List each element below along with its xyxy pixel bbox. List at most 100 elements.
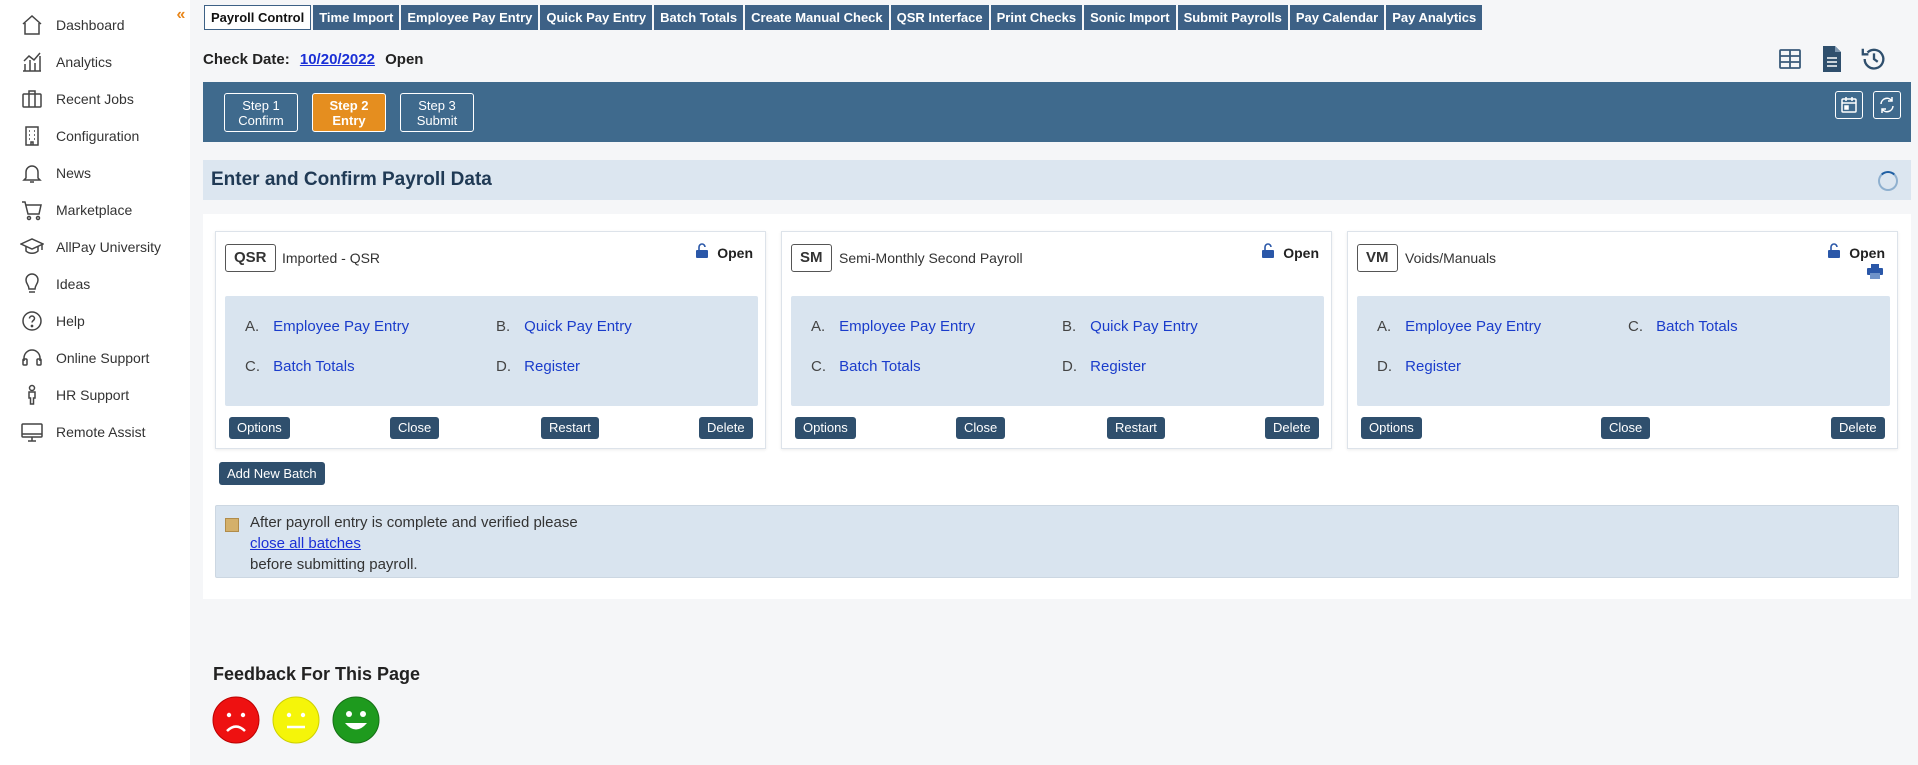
sidebar-item-allpay-university[interactable]: AllPay University (0, 228, 190, 265)
sidebar-item-label: Configuration (56, 127, 140, 144)
batch-card-vm: VM Voids/Manuals Open A. Employee Pay En… (1347, 231, 1898, 449)
batch-card-sm: SM Semi-Monthly Second Payroll Open A. E… (781, 231, 1332, 449)
options-button[interactable]: Options (1361, 417, 1422, 439)
link-text[interactable]: Batch Totals (273, 358, 354, 375)
sidebar-item-hr-support[interactable]: HR Support (0, 376, 190, 413)
tab-quick-pay-entry[interactable]: Quick Pay Entry (540, 5, 653, 30)
link-letter: A. (811, 318, 826, 335)
top-icons (1776, 45, 1888, 73)
link-batch-totals: C. Batch Totals (1628, 318, 1738, 335)
note-text-end: before submitting payroll. (250, 556, 418, 573)
tab-payroll-control[interactable]: Payroll Control (204, 5, 312, 30)
analytics-icon (20, 50, 44, 74)
check-date-link[interactable]: 10/20/2022 (300, 51, 375, 68)
link-text[interactable]: Batch Totals (839, 358, 920, 375)
refresh-icon[interactable] (1873, 91, 1901, 119)
step-1-button[interactable]: Step 1 Confirm (224, 93, 298, 132)
unlock-icon[interactable] (695, 243, 711, 262)
batch-links: A. Employee Pay Entry B. Quick Pay Entry… (225, 296, 758, 406)
calendar-icon[interactable] (1835, 91, 1863, 119)
document-icon[interactable] (1818, 45, 1846, 73)
neutral-face-icon[interactable] (272, 696, 320, 744)
link-letter: A. (245, 318, 260, 335)
link-text[interactable]: Register (1090, 358, 1146, 375)
delete-button[interactable]: Delete (1265, 417, 1319, 439)
sad-face-icon[interactable] (212, 696, 260, 744)
add-new-batch-button[interactable]: Add New Batch (219, 462, 325, 485)
loading-spinner-icon (1878, 171, 1898, 191)
close-button[interactable]: Close (956, 417, 1006, 439)
step-2-button[interactable]: Step 2 Entry (312, 93, 386, 132)
link-text[interactable]: Batch Totals (1656, 318, 1737, 335)
link-batch-totals: C. Batch Totals (245, 358, 355, 375)
delete-button[interactable]: Delete (699, 417, 753, 439)
link-text[interactable]: Quick Pay Entry (524, 318, 632, 335)
sidebar-item-dashboard[interactable]: Dashboard (0, 6, 190, 43)
batch-title: Imported - QSR (282, 250, 381, 266)
unlock-icon[interactable] (1827, 243, 1843, 262)
tab-print-checks[interactable]: Print Checks (990, 5, 1083, 30)
close-button[interactable]: Close (1601, 417, 1651, 439)
step-sublabel: Entry (332, 113, 366, 128)
delete-button[interactable]: Delete (1831, 417, 1885, 439)
sidebar-item-online-support[interactable]: Online Support (0, 339, 190, 376)
close-all-batches-link[interactable]: close all batches (250, 535, 361, 552)
sidebar: « Dashboard Analytics Recent Jobs Config… (0, 0, 190, 765)
sidebar-item-marketplace[interactable]: Marketplace (0, 191, 190, 228)
restart-button[interactable]: Restart (1107, 417, 1165, 439)
history-icon[interactable] (1860, 45, 1888, 73)
tab-batch-totals[interactable]: Batch Totals (654, 5, 744, 30)
link-text[interactable]: Register (1405, 358, 1461, 375)
step-label: Step 2 (329, 98, 369, 113)
home-icon (20, 13, 44, 37)
link-text[interactable]: Employee Pay Entry (273, 318, 409, 335)
tab-submit-payrolls[interactable]: Submit Payrolls (1177, 5, 1288, 30)
link-employee-pay-entry: A. Employee Pay Entry (811, 318, 975, 335)
tab-qsr-interface[interactable]: QSR Interface (890, 5, 989, 30)
options-button[interactable]: Options (795, 417, 856, 439)
unlock-icon[interactable] (1261, 243, 1277, 262)
happy-face-icon[interactable] (332, 696, 380, 744)
sidebar-item-analytics[interactable]: Analytics (0, 43, 190, 80)
sidebar-item-news[interactable]: News (0, 154, 190, 191)
close-button[interactable]: Close (390, 417, 440, 439)
link-text[interactable]: Quick Pay Entry (1090, 318, 1198, 335)
batch-code: QSR (225, 244, 276, 272)
step-sublabel: Submit (416, 113, 458, 128)
link-quick-pay-entry: B. Quick Pay Entry (1062, 318, 1198, 335)
tab-pay-calendar[interactable]: Pay Calendar (1289, 5, 1385, 30)
tab-pay-analytics[interactable]: Pay Analytics (1386, 5, 1483, 30)
main-content: QSR Imported - QSR Open A. Employee Pay … (203, 214, 1911, 599)
sidebar-item-label: Online Support (56, 349, 150, 366)
batch-title: Voids/Manuals (1405, 250, 1497, 266)
section-header: Enter and Confirm Payroll Data (203, 160, 1911, 200)
grid-view-icon[interactable] (1776, 45, 1804, 73)
step-3-button[interactable]: Step 3 Submit (400, 93, 474, 132)
step-label: Step 1 (242, 98, 280, 113)
link-employee-pay-entry: A. Employee Pay Entry (245, 318, 409, 335)
note-text: After payroll entry is complete and veri… (250, 514, 578, 531)
bell-icon (20, 161, 44, 185)
question-icon (20, 309, 44, 333)
link-text[interactable]: Employee Pay Entry (839, 318, 975, 335)
sidebar-item-remote-assist[interactable]: Remote Assist (0, 413, 190, 450)
tab-create-manual-check[interactable]: Create Manual Check (745, 5, 889, 30)
check-date-label: Check Date: (203, 51, 290, 68)
options-button[interactable]: Options (229, 417, 290, 439)
restart-button[interactable]: Restart (541, 417, 599, 439)
tab-time-import[interactable]: Time Import (313, 5, 400, 30)
sidebar-item-ideas[interactable]: Ideas (0, 265, 190, 302)
batch-status: Open (1261, 243, 1319, 262)
person-icon (20, 383, 44, 407)
tab-sonic-import[interactable]: Sonic Import (1084, 5, 1176, 30)
top-tabs: Payroll Control Time Import Employee Pay… (204, 5, 1483, 30)
link-quick-pay-entry: B. Quick Pay Entry (496, 318, 632, 335)
link-text[interactable]: Register (524, 358, 580, 375)
sidebar-item-recent-jobs[interactable]: Recent Jobs (0, 80, 190, 117)
printer-icon[interactable] (1867, 264, 1883, 284)
sidebar-item-configuration[interactable]: Configuration (0, 117, 190, 154)
tab-employee-pay-entry[interactable]: Employee Pay Entry (401, 5, 539, 30)
link-text[interactable]: Employee Pay Entry (1405, 318, 1541, 335)
link-letter: B. (1062, 318, 1077, 335)
sidebar-item-help[interactable]: Help (0, 302, 190, 339)
